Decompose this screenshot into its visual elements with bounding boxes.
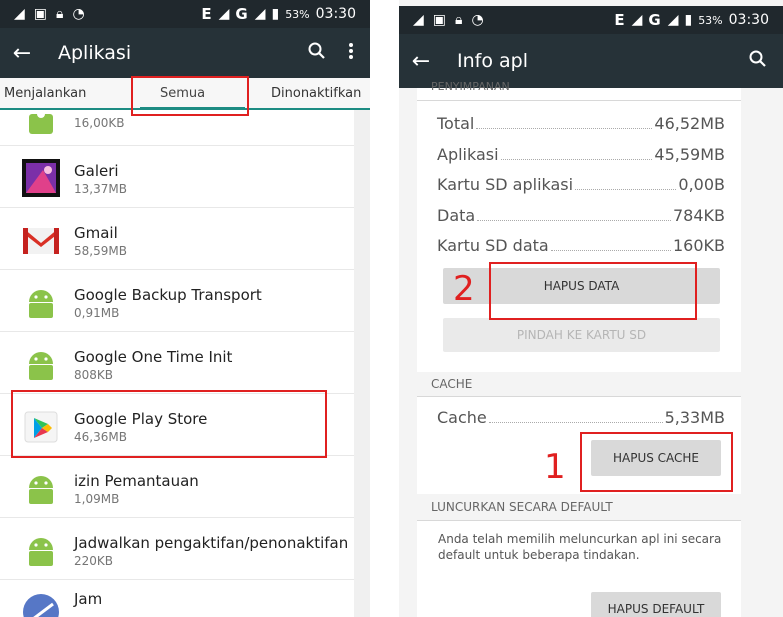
network-type-2: G [235, 5, 249, 23]
storage-row-sd-data: Kartu SD data 160KB [437, 236, 725, 255]
app-name: Galeri [74, 162, 119, 180]
status-bar: ◢ ▣ 🔒︎ ◔ E ◢ G ◢ ▮ 53% 03:30 [399, 6, 783, 34]
list-item[interactable]: Galeri 13,37MB [0, 146, 354, 208]
list-item[interactable]: izin Pemantauan 1,09MB [0, 456, 354, 518]
clock: 03:30 [315, 6, 356, 22]
tab-running[interactable]: Menjalankan [4, 86, 86, 101]
gallery-icon [21, 158, 61, 198]
divider [417, 100, 741, 101]
launch-default-text: Anda telah memilih meluncurkan apl ini s… [438, 532, 722, 562]
app-size: 808KB [74, 368, 114, 382]
lock-icon: 🔒︎ [455, 12, 463, 28]
app-info-screen: ◢ ▣ 🔒︎ ◔ E ◢ G ◢ ▮ 53% 03:30 ← Info apl … [399, 0, 783, 617]
signal-icon: ◢ [631, 12, 643, 28]
app-name: Jam [74, 590, 103, 608]
highlight-tab-all [131, 76, 249, 116]
launch-default-header: LUNCURKAN SECARA DEFAULT [431, 500, 613, 514]
battery-icon: ▮ [684, 12, 693, 28]
highlight-clear-cache [580, 432, 733, 492]
cache-header: CACHE [431, 377, 473, 391]
clock: 03:30 [728, 12, 769, 28]
overflow-menu-icon[interactable] [348, 42, 354, 64]
storage-row-sd-app: Kartu SD aplikasi 0,00B [437, 175, 725, 194]
app-name: izin Pemantauan [74, 472, 199, 490]
signal-boost-icon: ◢ [413, 12, 424, 28]
battery-percent: 53% [285, 7, 310, 21]
app-size: 16,00KB [74, 116, 125, 130]
image-icon: ▣ [432, 12, 447, 28]
list-item[interactable]: Jadwalkan pengaktifan/penonaktifan 220KB [0, 518, 354, 580]
network-type: E [201, 5, 213, 23]
tab-disabled[interactable]: Dinonaktifkan [271, 86, 361, 101]
list-item[interactable]: Google One Time Init 808KB [0, 332, 354, 394]
clear-defaults-button[interactable]: HAPUS DEFAULT [591, 592, 721, 617]
image-icon: ▣ [33, 6, 48, 22]
step-1-label: 1 [544, 447, 566, 487]
sync-icon: ◔ [471, 12, 484, 28]
network-type-2: G [648, 11, 662, 29]
highlight-play-store [11, 390, 327, 458]
battery-percent: 53% [698, 13, 723, 27]
page-title: Info apl [457, 50, 528, 72]
highlight-clear-data [489, 262, 697, 320]
gmail-icon [21, 220, 61, 260]
storage-header: PENYIMPANAN [431, 80, 510, 93]
app-size: 13,37MB [74, 182, 127, 196]
clock-icon [21, 592, 61, 617]
search-icon[interactable] [749, 50, 767, 72]
app-size: 0,91MB [74, 306, 120, 320]
app-list-screen: ◢ ▣ 🔒︎ ◔ E ◢ G ◢ ▮ 53% 03:30 ← Aplikasi … [0, 0, 370, 617]
storage-row-data: Data 784KB [437, 206, 725, 225]
move-to-sd-button[interactable]: PINDAH KE KARTU SD [443, 318, 720, 352]
step-2-label: 2 [453, 269, 475, 309]
back-arrow-icon[interactable]: ← [0, 41, 44, 66]
app-size: 220KB [74, 554, 114, 568]
android-icon [21, 530, 61, 570]
app-bar: ← Aplikasi [0, 28, 370, 78]
network-type: E [614, 11, 626, 29]
back-arrow-icon[interactable]: ← [399, 49, 443, 74]
android-icon [21, 100, 61, 140]
storage-row-app: Aplikasi 45,59MB [437, 145, 725, 164]
app-size: 1,09MB [74, 492, 120, 506]
android-icon [21, 468, 61, 508]
list-item[interactable]: Google Backup Transport 0,91MB [0, 270, 354, 332]
signal-icon-2: ◢ [667, 12, 679, 28]
list-item[interactable]: Gmail 58,59MB [0, 208, 354, 270]
battery-icon: ▮ [271, 6, 280, 22]
app-name: Google One Time Init [74, 348, 233, 366]
cache-row: Cache 5,33MB [437, 408, 725, 427]
signal-icon-2: ◢ [254, 6, 266, 22]
app-name: Jadwalkan pengaktifan/penonaktifan [74, 534, 349, 552]
android-icon [21, 344, 61, 384]
search-icon[interactable] [308, 42, 326, 64]
app-list: 16,00KB Galeri 13,37MB Gmail 58,59MB Goo… [0, 110, 354, 617]
storage-row-total: Total 46,52MB [437, 114, 725, 133]
app-size: 58,59MB [74, 244, 127, 258]
signal-boost-icon: ◢ [14, 6, 25, 22]
app-name: Gmail [74, 224, 118, 242]
page-title: Aplikasi [58, 42, 132, 64]
status-bar: ◢ ▣ 🔒︎ ◔ E ◢ G ◢ ▮ 53% 03:30 [0, 0, 370, 28]
lock-icon: 🔒︎ [56, 6, 64, 22]
app-name: Google Backup Transport [74, 286, 262, 304]
list-item[interactable]: Jam [0, 580, 354, 617]
signal-icon: ◢ [218, 6, 230, 22]
android-icon [21, 282, 61, 322]
sync-icon: ◔ [72, 6, 85, 22]
